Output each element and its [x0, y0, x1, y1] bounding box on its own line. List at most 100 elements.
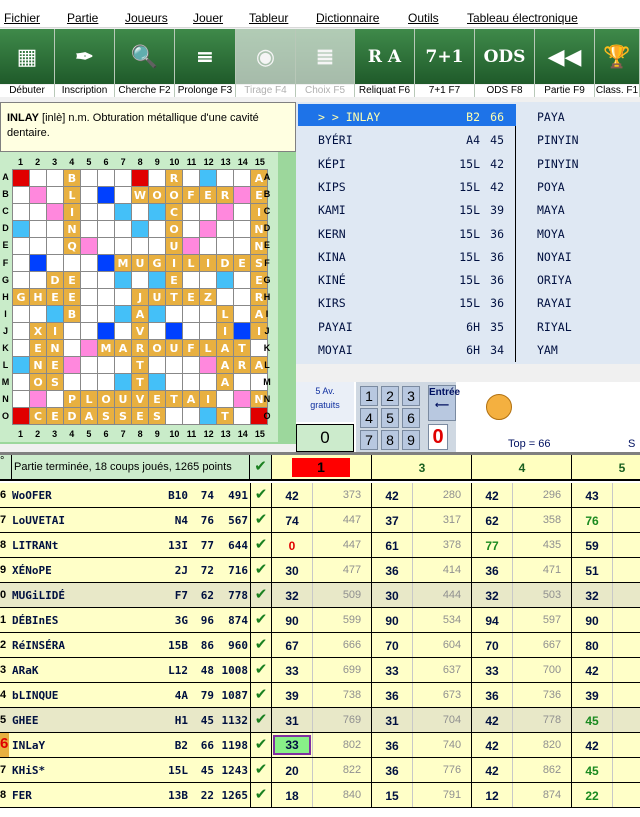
toolbar-button-10[interactable]: 🏆 Class. F1 [595, 29, 640, 97]
board-square[interactable] [183, 408, 199, 424]
board-square[interactable] [98, 272, 114, 288]
board-square[interactable] [200, 272, 216, 288]
board-square[interactable] [81, 170, 97, 186]
board-square[interactable] [115, 323, 131, 339]
board-square[interactable] [64, 255, 80, 271]
table-row[interactable]: 5 GHEE H1 45 1132 ✔ 31 769 31 704 42 778 45 [0, 708, 640, 733]
menu-4[interactable]: Tableur [249, 11, 288, 25]
menu-0[interactable]: Fichier [4, 11, 40, 25]
key-2[interactable]: 2 [381, 386, 399, 406]
board-square[interactable] [13, 340, 29, 356]
board-square[interactable] [64, 323, 80, 339]
word-suggestion-row[interactable]: MOYAI 6H 34 [298, 337, 516, 359]
premium-square-dw[interactable] [64, 357, 80, 373]
board-square[interactable] [183, 204, 199, 220]
alt-word-item[interactable]: PINYIN [537, 127, 579, 149]
board-square[interactable] [234, 272, 250, 288]
player-cell[interactable]: 0 447 [272, 533, 372, 557]
key-8[interactable]: 8 [381, 430, 399, 450]
board-square[interactable] [47, 221, 63, 237]
board-square[interactable] [98, 306, 114, 322]
board-square[interactable] [234, 289, 250, 305]
player-cell[interactable]: 33 700 [472, 658, 572, 682]
player-cell[interactable]: 42 296 [472, 483, 572, 507]
player-cell[interactable]: 77 435 [472, 533, 572, 557]
player-cell[interactable]: 61 378 [372, 533, 472, 557]
key-4[interactable]: 4 [360, 408, 378, 428]
menu-5[interactable]: Dictionnaire [316, 11, 379, 25]
alt-word-item[interactable]: ORIYA [537, 267, 572, 289]
board-square[interactable] [98, 221, 114, 237]
board-square[interactable] [81, 374, 97, 390]
premium-square-dw[interactable] [81, 238, 97, 254]
toolbar-button-5[interactable]: ≣ Choix F5 [296, 29, 355, 97]
board-square[interactable] [149, 323, 165, 339]
board-square[interactable] [64, 374, 80, 390]
player-cell[interactable]: 30 444 [372, 583, 472, 607]
key-3[interactable]: 3 [402, 386, 420, 406]
menu-1[interactable]: Partie [67, 11, 98, 25]
player-cell[interactable]: 42 862 [472, 758, 572, 782]
board-square[interactable] [166, 357, 182, 373]
player-cell[interactable]: 20 822 [272, 758, 372, 782]
board-square[interactable] [98, 357, 114, 373]
board-square[interactable] [13, 323, 29, 339]
menu-6[interactable]: Outils [408, 11, 439, 25]
table-row[interactable]: 7 KHiS* 15L 45 1243 ✔ 20 822 36 776 42 862 45 [0, 758, 640, 783]
word-suggestion-row[interactable]: KÉPI 15L 42 [298, 151, 516, 173]
player-cell[interactable]: 12 874 [472, 783, 572, 807]
board-square[interactable] [183, 323, 199, 339]
player-cell[interactable]: 90 599 [272, 608, 372, 632]
player-cell[interactable]: 94 597 [472, 608, 572, 632]
player-cell[interactable]: 67 666 [272, 633, 372, 657]
board-square[interactable] [183, 272, 199, 288]
player-cell[interactable]: 33 637 [372, 658, 472, 682]
word-suggestion-row[interactable]: BYÉRI A4 45 [298, 127, 516, 149]
toolbar-button-0[interactable]: ▦ Débuter [0, 29, 55, 97]
smiley-face-icon[interactable] [486, 394, 512, 420]
board-square[interactable] [200, 374, 216, 390]
premium-square-dw[interactable] [234, 391, 250, 407]
player-cell[interactable]: 37 317 [372, 508, 472, 532]
board-square[interactable] [47, 170, 63, 186]
board-square[interactable] [47, 187, 63, 203]
board-square[interactable] [115, 187, 131, 203]
player-cell[interactable]: 42 [572, 658, 640, 682]
key-5[interactable]: 5 [381, 408, 399, 428]
board-square[interactable] [98, 170, 114, 186]
premium-square-dl[interactable] [13, 221, 29, 237]
board-square[interactable] [81, 204, 97, 220]
word-suggestion-row[interactable]: KERN 15L 36 [298, 221, 516, 243]
board-square[interactable] [30, 221, 46, 237]
menu-3[interactable]: Jouer [193, 11, 223, 25]
premium-square-dl[interactable] [13, 357, 29, 373]
board-square[interactable] [13, 374, 29, 390]
board-square[interactable] [98, 374, 114, 390]
board-square[interactable] [115, 238, 131, 254]
premium-square-dw[interactable] [183, 238, 199, 254]
word-suggestion-row[interactable]: KIRS 15L 36 [298, 290, 516, 312]
player-cell[interactable]: 39 738 [272, 683, 372, 707]
word-suggestion-row[interactable]: KAMI 15L 39 [298, 197, 516, 219]
board-square[interactable] [166, 306, 182, 322]
alt-word-item[interactable]: PINYIN [537, 151, 579, 173]
board-square[interactable] [217, 391, 233, 407]
player-cell[interactable]: 33 802 [272, 733, 372, 757]
word-suggestion-row[interactable]: KIPS 15L 42 [298, 174, 516, 196]
table-row[interactable]: 8 LITRANt 13I 77 644 ✔ 0 447 61 378 77 435 59 [0, 533, 640, 558]
player-cell[interactable]: 70 604 [372, 633, 472, 657]
toolbar-button-7[interactable]: 7+1 7+1 F7 [415, 29, 475, 97]
board-square[interactable] [81, 187, 97, 203]
board-square[interactable] [47, 391, 63, 407]
toolbar-button-4[interactable]: ◉ Tirage F4 [236, 29, 296, 97]
player-cell[interactable]: 33 699 [272, 658, 372, 682]
table-row[interactable]: 1 DÉBInES 3G 96 874 ✔ 90 599 90 534 94 597 90 [0, 608, 640, 633]
board-square[interactable] [98, 289, 114, 305]
alt-word-item[interactable]: RAYAI [537, 290, 572, 312]
board-square[interactable] [183, 306, 199, 322]
premium-square-dw[interactable] [47, 204, 63, 220]
board-square[interactable] [166, 408, 182, 424]
premium-square-dl[interactable] [115, 204, 131, 220]
enter-button[interactable]: Entrée ⟵ [428, 385, 460, 421]
table-row[interactable]: 6 INLaY B2 66 1198 ✔ 33 802 36 740 42 820 42 [0, 733, 640, 758]
